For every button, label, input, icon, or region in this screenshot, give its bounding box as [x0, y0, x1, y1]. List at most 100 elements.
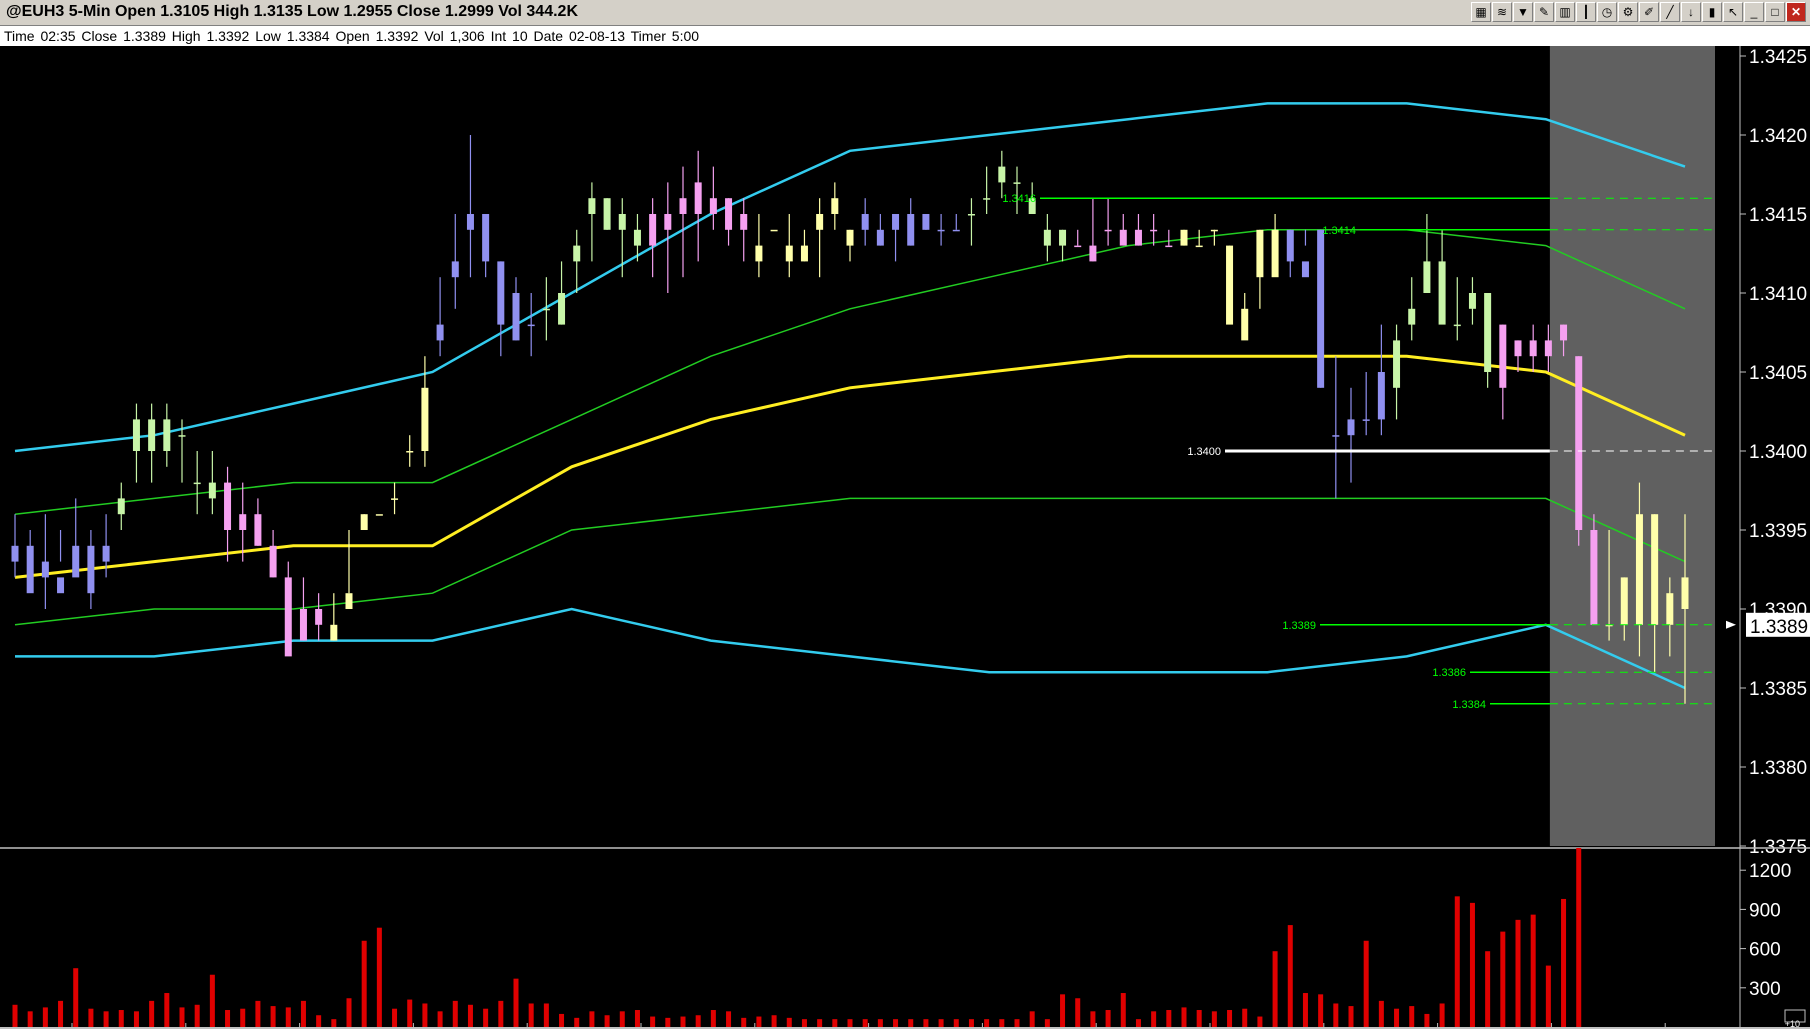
candle-body	[1074, 245, 1082, 248]
candle-body	[1347, 419, 1355, 436]
maximize-icon[interactable]: □	[1765, 2, 1785, 22]
volume-bar	[1029, 1011, 1035, 1027]
candle-body	[1332, 435, 1340, 437]
volume-bar	[1181, 1007, 1187, 1027]
volume-bar	[346, 998, 352, 1027]
volume-bar	[27, 1011, 33, 1027]
volume-bar	[589, 1011, 595, 1027]
candle	[1226, 245, 1234, 325]
candle-body	[1544, 340, 1552, 357]
candle-body	[360, 514, 368, 530]
trendline-icon[interactable]: ╱	[1660, 2, 1680, 22]
volume-bar	[12, 1004, 18, 1027]
price-tick-label: 1.3420	[1749, 126, 1807, 147]
candle-body	[1317, 229, 1325, 388]
volume-bar	[194, 1004, 200, 1027]
candle	[1180, 229, 1188, 246]
volume-bar	[103, 1011, 109, 1027]
session-shade	[1549, 46, 1715, 846]
settings-icon[interactable]: ⚙	[1618, 2, 1638, 22]
volume-bar	[1166, 1010, 1172, 1027]
volume-bar	[240, 1008, 246, 1027]
price-tick-label: 1.3425	[1749, 47, 1807, 68]
candle-body	[512, 293, 520, 341]
volume-bar	[1014, 1019, 1020, 1027]
level-label: 1.3416	[1002, 193, 1036, 205]
candle-body	[892, 214, 900, 230]
volume-bar	[133, 1011, 139, 1027]
candle	[1317, 229, 1325, 388]
volume-bar	[574, 1017, 580, 1027]
candle-body	[224, 482, 232, 530]
pencil-icon[interactable]: ✎	[1534, 2, 1554, 22]
arrow-down-icon[interactable]: ↓	[1681, 2, 1701, 22]
candle-body	[1590, 530, 1598, 625]
cursor-icon[interactable]: ↖	[1723, 2, 1743, 22]
candle-body	[269, 545, 277, 578]
candle-body	[1529, 340, 1537, 357]
wave-icon[interactable]: ≋	[1492, 2, 1512, 22]
bar-chart-icon[interactable]: ▥	[1555, 2, 1575, 22]
volume-bar	[452, 1000, 458, 1027]
level-label: 1.3386	[1432, 667, 1466, 679]
volume-bar	[164, 993, 170, 1027]
candle-body	[542, 308, 550, 311]
volume-bar	[786, 1017, 792, 1027]
candle-icon[interactable]: ┃	[1576, 2, 1596, 22]
candle-body	[208, 482, 216, 499]
candle-body	[1438, 261, 1446, 325]
volume-bar	[331, 1019, 337, 1027]
chart-background	[0, 46, 1810, 1029]
clock-icon[interactable]: ◷	[1597, 2, 1617, 22]
candle-body	[1226, 245, 1234, 325]
candle-body	[57, 577, 65, 594]
volume-bar	[1196, 1010, 1202, 1027]
volume-bar	[908, 1019, 914, 1027]
candle	[1590, 514, 1598, 625]
volume-bar	[1545, 965, 1551, 1027]
candle-body	[1453, 324, 1461, 327]
volume-bar	[42, 1007, 48, 1027]
candle-body	[299, 609, 307, 641]
indicator-icon[interactable]: ▼	[1513, 2, 1533, 22]
drawing-icon[interactable]: ✐	[1639, 2, 1659, 22]
candle-body	[937, 229, 945, 232]
candle-body	[1210, 229, 1218, 232]
window-title-bar: @EUH3 5-Min Open 1.3105 High 1.3135 Low …	[0, 0, 1810, 26]
volume-bar	[376, 927, 382, 1027]
volume-bar	[543, 1003, 549, 1027]
volume-bar	[1151, 1011, 1157, 1027]
candle-body	[1043, 229, 1051, 246]
minimize-icon[interactable]: _	[1744, 2, 1764, 22]
candle-body	[983, 198, 991, 200]
volume-bar	[680, 1016, 686, 1027]
volume-bar	[619, 1011, 625, 1027]
volume-bar	[118, 1010, 124, 1027]
candle-body	[1119, 229, 1127, 246]
candle-body	[876, 229, 884, 246]
volume-bar	[1333, 1003, 1339, 1027]
candle-body	[1150, 229, 1158, 232]
volume-bar	[1561, 898, 1567, 1027]
volume-bar	[528, 1003, 534, 1027]
candle	[770, 229, 778, 232]
candle-body	[406, 451, 414, 453]
volume-bar	[361, 940, 367, 1027]
volume-bar	[1348, 1006, 1354, 1027]
candle-body	[1271, 229, 1279, 278]
candle-body	[1514, 340, 1522, 357]
candle-body	[1286, 229, 1294, 262]
trash-icon[interactable]: ▮	[1702, 2, 1722, 22]
volume-bar	[73, 968, 79, 1027]
candle-body	[1377, 372, 1385, 420]
close-icon[interactable]: ✕	[1786, 2, 1806, 22]
candle-body	[967, 214, 975, 216]
chart-icon[interactable]: ▦	[1471, 2, 1491, 22]
candle-body	[694, 182, 702, 214]
volume-bar	[984, 1019, 990, 1027]
candle-body	[952, 229, 960, 232]
price-chart[interactable]: 1.3416 1.3414 1.3400 1.3389 1.3386 1.3384 1.34…	[0, 46, 1810, 1029]
candle-body	[178, 435, 186, 437]
toolbar: ▦ ≋ ▼ ✎ ▥ ┃ ◷ ⚙ ✐ ╱ ↓ ▮ ↖ _ □ ✕	[1471, 2, 1806, 24]
volume-bar	[149, 1000, 155, 1027]
